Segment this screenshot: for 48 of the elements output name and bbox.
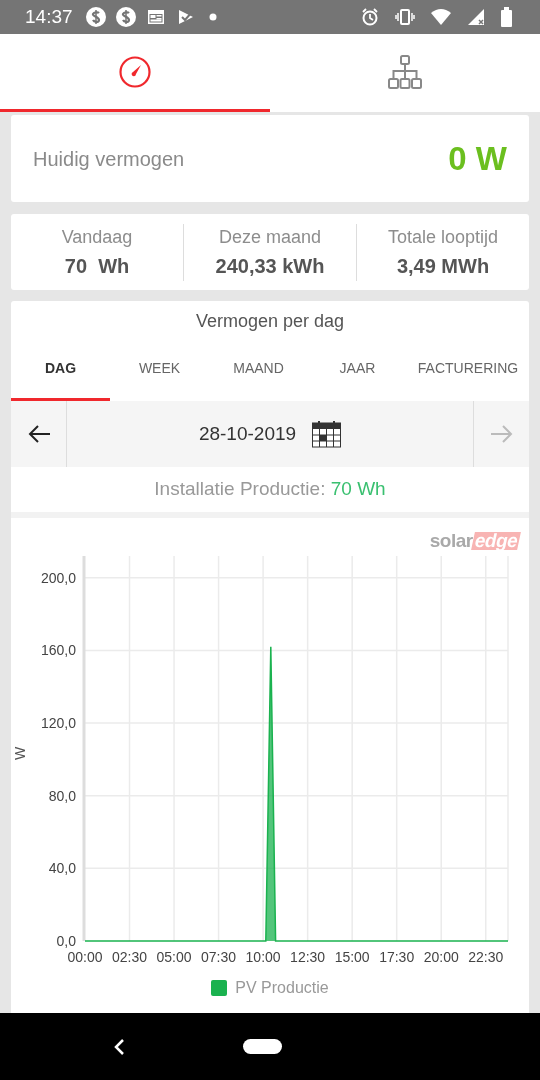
notification-dot-icon	[208, 13, 217, 21]
y-tick-label: 120,0	[40, 714, 76, 731]
panel-title: Vermogen per dag	[194, 310, 346, 333]
x-tick-label: 20:00	[423, 948, 459, 965]
signal-icon	[467, 8, 485, 26]
brand-logo: solaredge	[429, 528, 519, 553]
stat-label: Vandaag	[60, 225, 134, 249]
stat-value: 3,49 MWh	[396, 253, 490, 279]
x-tick-label: 17:30	[379, 948, 415, 965]
x-tick-label: 00:00	[67, 948, 103, 965]
home-button[interactable]	[243, 1039, 282, 1054]
clock-time: 14:37	[25, 4, 73, 29]
x-tick-label: 10:00	[245, 948, 281, 965]
production-summary: Installatie Productie: 70 Wh	[11, 467, 529, 518]
stat-value: 70 Wh	[64, 253, 130, 279]
y-tick-label: 40,0	[48, 859, 76, 876]
hierarchy-icon	[388, 54, 422, 89]
newspaper-icon	[146, 8, 165, 26]
x-tick-label: 07:30	[201, 948, 237, 965]
gauge-icon	[119, 55, 151, 88]
x-tick-label: 02:30	[112, 948, 148, 965]
date-text: 28-10-2019	[198, 421, 297, 446]
stat-label: Totale looptijd	[386, 225, 500, 249]
back-icon[interactable]	[113, 1037, 125, 1056]
x-tick-label: 22:30	[468, 948, 504, 965]
wifi-icon	[431, 8, 451, 26]
dollar-app-icon	[85, 7, 106, 27]
play-check-icon	[176, 8, 195, 26]
current-power-label: Huidig vermogen	[33, 146, 185, 172]
legend-label: PV Productie	[235, 977, 329, 998]
dollar-app-icon	[115, 7, 136, 27]
stat-label: Deze maand	[217, 225, 323, 249]
y-axis-title: W	[12, 746, 28, 760]
stat-value: 240,33 kWh	[215, 253, 325, 279]
right-arrow-icon	[489, 423, 514, 445]
x-tick-label: 15:00	[334, 948, 370, 965]
x-tick-label: 12:30	[290, 948, 326, 965]
y-tick-label: 0,0	[56, 932, 76, 949]
alarm-icon	[361, 8, 379, 26]
calendar-icon[interactable]	[312, 420, 342, 448]
y-tick-label: 200,0	[40, 569, 76, 586]
y-tick-label: 80,0	[48, 787, 76, 804]
current-power-value: 0 W	[448, 138, 507, 179]
vibrate-icon	[395, 8, 415, 26]
battery-icon	[501, 7, 512, 27]
y-tick-label: 160,0	[40, 641, 76, 658]
x-tick-label: 05:00	[156, 948, 192, 965]
left-arrow-icon	[26, 423, 51, 445]
